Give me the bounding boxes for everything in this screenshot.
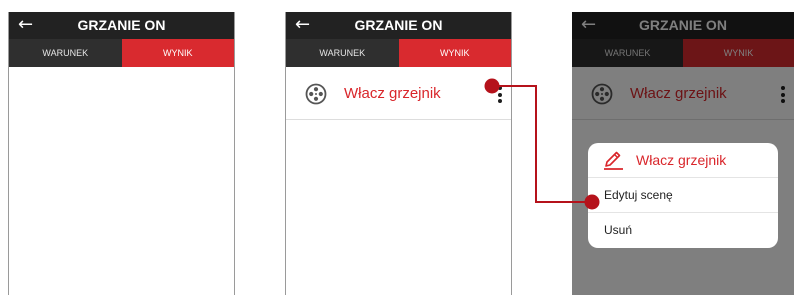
app-header: ← GRZANIE ON (286, 12, 511, 39)
app-header: ← GRZANIE ON (9, 12, 234, 39)
tab-bar: WARUNEK WYNIK (9, 39, 234, 67)
tab-warunek[interactable]: WARUNEK (286, 39, 399, 67)
scene-row[interactable]: Włacz grzejnik (286, 67, 511, 120)
screen-1: ← GRZANIE ON WARUNEK WYNIK (8, 12, 235, 295)
context-menu: Włacz grzejnik Edytuj scenę Usuń (588, 143, 778, 248)
tab-bar: WARUNEK WYNIK (286, 39, 511, 67)
tab-wynik[interactable]: WYNIK (121, 39, 234, 67)
screen-3: ← GRZANIE ON WARUNEK WYNIK Włacz grzejni… (572, 12, 794, 295)
edit-scene-menu-item[interactable]: Edytuj scenę (588, 178, 778, 213)
film-reel-icon (305, 83, 327, 105)
delete-menu-item[interactable]: Usuń (588, 213, 778, 248)
screen-2: ← GRZANIE ON WARUNEK WYNIK Włacz grzejni… (285, 12, 512, 295)
pencil-icon (604, 151, 623, 170)
tab-wynik[interactable]: WYNIK (398, 39, 511, 67)
menu-title-label: Włacz grzejnik (636, 152, 727, 168)
scene-label: Włacz grzejnik (344, 85, 441, 102)
page-title: GRZANIE ON (77, 17, 166, 33)
page-title: GRZANIE ON (354, 17, 443, 33)
tab-warunek[interactable]: WARUNEK (9, 39, 122, 67)
more-vertical-icon[interactable] (498, 86, 502, 103)
menu-title: Włacz grzejnik (588, 143, 778, 178)
